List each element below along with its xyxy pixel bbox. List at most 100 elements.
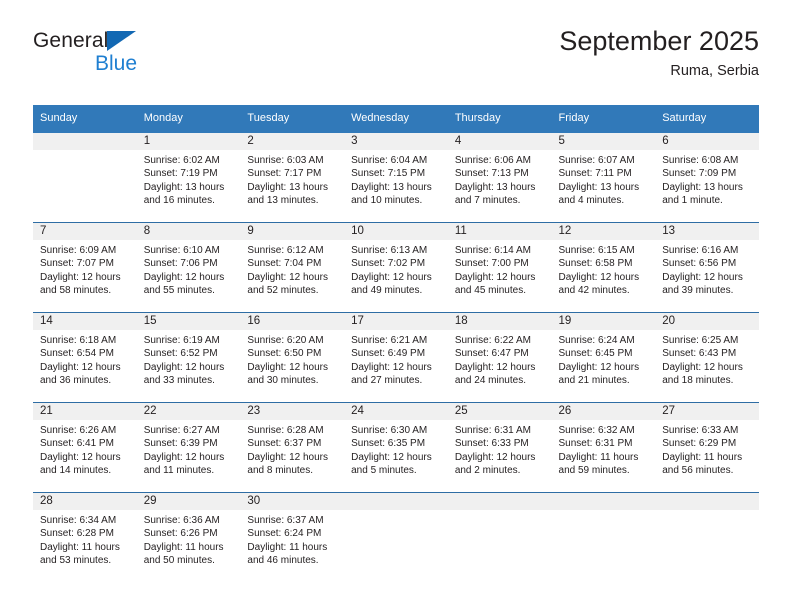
calendar-day-cell[interactable]: 19 Sunrise: 6:24 AM Sunset: 6:45 PM Dayligh…: [551, 312, 656, 403]
calendar-day-cell[interactable]: 14 Sunrise: 6:18 AM Sunset: 6:54 PM Dayligh…: [33, 312, 137, 403]
daylight-text-line1: Daylight: 11 hours: [247, 541, 328, 553]
sunrise-text: Sunrise: 6:06 AM: [454, 155, 531, 166]
weekday-header-monday: Monday: [136, 105, 241, 133]
sunset-text: Sunset: 6:41 PM: [40, 438, 114, 450]
daylight-text-line1: Daylight: 12 hours: [40, 451, 121, 463]
sunset-text: Sunset: 6:52 PM: [143, 348, 218, 360]
calendar-day-cell[interactable]: 1 Sunrise: 6:02 AM Sunset: 7:19 PM Daylight…: [136, 133, 241, 223]
sunset-text: Sunset: 6:33 PM: [454, 438, 529, 450]
calendar-day-cell[interactable]: 21 Sunrise: 6:26 AM Sunset: 6:41 PM Dayligh…: [33, 402, 137, 493]
calendar-day-cell[interactable]: 17 Sunrise: 6:21 AM Sunset: 6:49 PM Dayligh…: [344, 312, 448, 403]
daylight-text-line2: and 59 minutes.: [558, 465, 630, 477]
day-cell-details: Sunrise: 6:21 AM Sunset: 6:49 PM Daylight:…: [344, 330, 448, 388]
day-number: 17: [344, 313, 448, 330]
sunset-text: Sunset: 6:43 PM: [662, 348, 737, 360]
daylight-text-line1: Daylight: 11 hours: [558, 451, 639, 463]
sunrise-text: Sunrise: 6:28 AM: [247, 425, 324, 436]
calendar-day-cell[interactable]: 8 Sunrise: 6:10 AM Sunset: 7:06 PM Daylight…: [136, 222, 241, 313]
daylight-text-line2: and 10 minutes.: [351, 195, 423, 207]
daylight-text-line2: and 2 minutes.: [454, 465, 521, 477]
page-header: General Blue September 2025 Ruma, Serbia: [33, 26, 759, 98]
day-cell-details: Sunrise: 6:03 AM Sunset: 7:17 PM Daylight:…: [240, 150, 344, 208]
sunset-text: Sunset: 7:15 PM: [351, 168, 426, 180]
day-number: 27: [655, 403, 759, 420]
calendar-day-cell[interactable]: 11 Sunrise: 6:14 AM Sunset: 7:00 PM Dayligh…: [447, 222, 552, 313]
day-number: 13: [655, 223, 759, 240]
day-cell-details: Sunrise: 6:31 AM Sunset: 6:33 PM Daylight:…: [448, 420, 552, 478]
day-cell-inner: 16 Sunrise: 6:20 AM Sunset: 6:50 PM Dayligh…: [240, 313, 345, 402]
calendar-day-cell[interactable]: 25 Sunrise: 6:31 AM Sunset: 6:33 PM Dayligh…: [447, 402, 552, 493]
day-cell-details: Sunrise: 6:30 AM Sunset: 6:35 PM Daylight:…: [344, 420, 448, 478]
calendar-day-cell[interactable]: 6 Sunrise: 6:08 AM Sunset: 7:09 PM Daylight…: [655, 133, 759, 223]
sunset-text: Sunset: 7:04 PM: [247, 258, 322, 270]
calendar-day-cell[interactable]: 13 Sunrise: 6:16 AM Sunset: 6:56 PM Dayligh…: [655, 222, 759, 313]
day-number: 18: [447, 313, 552, 330]
calendar-day-cell[interactable]: 12 Sunrise: 6:15 AM Sunset: 6:58 PM Dayligh…: [551, 222, 656, 313]
sunrise-text: Sunrise: 6:22 AM: [454, 335, 531, 346]
weekday-header-thursday: Thursday: [447, 105, 552, 133]
calendar-day-cell[interactable]: 5 Sunrise: 6:07 AM Sunset: 7:11 PM Daylight…: [551, 133, 656, 223]
day-number: 30: [240, 493, 345, 510]
daylight-text-line1: Daylight: 13 hours: [143, 181, 225, 193]
calendar-day-cell[interactable]: 29 Sunrise: 6:36 AM Sunset: 6:26 PM Dayligh…: [136, 492, 241, 582]
day-number: 19: [551, 313, 656, 330]
day-cell-details: Sunrise: 6:10 AM Sunset: 7:06 PM Daylight:…: [137, 240, 241, 298]
daylight-text-line2: and 13 minutes.: [247, 195, 319, 207]
daylight-text-line1: Daylight: 12 hours: [40, 361, 121, 373]
calendar-day-cell[interactable]: 20 Sunrise: 6:25 AM Sunset: 6:43 PM Dayligh…: [655, 312, 759, 403]
day-number: 12: [551, 223, 656, 240]
sunset-text: Sunset: 6:56 PM: [662, 258, 737, 270]
calendar-day-cell[interactable]: 3 Sunrise: 6:04 AM Sunset: 7:15 PM Daylight…: [344, 133, 448, 223]
daylight-text-line1: Daylight: 13 hours: [247, 181, 329, 193]
daylight-text-line2: and 16 minutes.: [143, 195, 215, 207]
sunrise-text: Sunrise: 6:16 AM: [662, 245, 739, 256]
day-cell-details: Sunrise: 6:06 AM Sunset: 7:13 PM Daylight:…: [448, 150, 552, 208]
day-cell-details: Sunrise: 6:15 AM Sunset: 6:58 PM Daylight:…: [552, 240, 656, 298]
calendar-day-cell[interactable]: 22 Sunrise: 6:27 AM Sunset: 6:39 PM Dayligh…: [136, 402, 241, 493]
daylight-text-line1: Daylight: 12 hours: [454, 451, 536, 463]
calendar-day-cell[interactable]: 15 Sunrise: 6:19 AM Sunset: 6:52 PM Dayligh…: [136, 312, 241, 403]
calendar-day-cell[interactable]: 7 Sunrise: 6:09 AM Sunset: 7:07 PM Daylight…: [33, 222, 137, 313]
sunrise-text: Sunrise: 6:03 AM: [247, 155, 324, 166]
calendar-day-cell[interactable]: 27 Sunrise: 6:33 AM Sunset: 6:29 PM Dayligh…: [655, 402, 759, 493]
calendar-day-cell[interactable]: 16 Sunrise: 6:20 AM Sunset: 6:50 PM Dayligh…: [240, 312, 345, 403]
calendar-day-cell[interactable]: 18 Sunrise: 6:22 AM Sunset: 6:47 PM Dayligh…: [447, 312, 552, 403]
weekday-header-sunday: Sunday: [33, 105, 137, 133]
calendar-day-cell[interactable]: 24 Sunrise: 6:30 AM Sunset: 6:35 PM Dayligh…: [344, 402, 448, 493]
daylight-text-line2: and 33 minutes.: [143, 375, 215, 387]
calendar-week-row: 7 Sunrise: 6:09 AM Sunset: 7:07 PM Daylight…: [33, 222, 759, 313]
day-cell-inner: 20 Sunrise: 6:25 AM Sunset: 6:43 PM Dayligh…: [655, 313, 759, 402]
daylight-text-line1: Daylight: 13 hours: [558, 181, 640, 193]
daylight-text-line2: and 58 minutes.: [40, 285, 112, 297]
daylight-text-line1: Daylight: 12 hours: [143, 451, 225, 463]
day-cell-inner: 5 Sunrise: 6:07 AM Sunset: 7:11 PM Daylight…: [551, 133, 656, 222]
day-cell-inner: 15 Sunrise: 6:19 AM Sunset: 6:52 PM Dayligh…: [136, 313, 241, 402]
sunrise-text: Sunrise: 6:34 AM: [40, 515, 117, 526]
calendar-day-cell[interactable]: 26 Sunrise: 6:32 AM Sunset: 6:31 PM Dayligh…: [551, 402, 656, 493]
day-number: 10: [344, 223, 448, 240]
daylight-text-line2: and 24 minutes.: [454, 375, 526, 387]
day-cell-details: Sunrise: 6:08 AM Sunset: 7:09 PM Daylight:…: [655, 150, 759, 208]
calendar-day-cell[interactable]: 23 Sunrise: 6:28 AM Sunset: 6:37 PM Dayligh…: [240, 402, 345, 493]
day-number: 23: [240, 403, 345, 420]
calendar-day-cell[interactable]: 9 Sunrise: 6:12 AM Sunset: 7:04 PM Daylight…: [240, 222, 345, 313]
day-number: 25: [447, 403, 552, 420]
calendar-day-cell[interactable]: 30 Sunrise: 6:37 AM Sunset: 6:24 PM Dayligh…: [240, 492, 345, 582]
day-number: 1: [136, 133, 241, 150]
sunset-text: Sunset: 7:07 PM: [40, 258, 114, 270]
day-cell-details: Sunrise: 6:24 AM Sunset: 6:45 PM Daylight:…: [552, 330, 656, 388]
day-number: 29: [136, 493, 241, 510]
calendar-day-cell[interactable]: 10 Sunrise: 6:13 AM Sunset: 7:02 PM Dayligh…: [344, 222, 448, 313]
day-cell-details: Sunrise: 6:09 AM Sunset: 7:07 PM Daylight:…: [33, 240, 137, 298]
day-number: 16: [240, 313, 345, 330]
daylight-text-line1: Daylight: 12 hours: [143, 361, 225, 373]
day-cell-details: Sunrise: 6:16 AM Sunset: 6:56 PM Daylight:…: [655, 240, 759, 298]
calendar-day-cell[interactable]: 28 Sunrise: 6:34 AM Sunset: 6:28 PM Dayligh…: [33, 492, 137, 582]
calendar-day-cell[interactable]: 4 Sunrise: 6:06 AM Sunset: 7:13 PM Daylight…: [447, 133, 552, 223]
daylight-text-line2: and 50 minutes.: [143, 555, 215, 567]
general-blue-logo: General Blue: [33, 30, 213, 90]
calendar-day-cell[interactable]: 2 Sunrise: 6:03 AM Sunset: 7:17 PM Daylight…: [240, 133, 345, 223]
day-number: 21: [33, 403, 137, 420]
daylight-text-line1: Daylight: 12 hours: [143, 271, 225, 283]
day-cell-details: Sunrise: 6:14 AM Sunset: 7:00 PM Daylight:…: [448, 240, 552, 298]
